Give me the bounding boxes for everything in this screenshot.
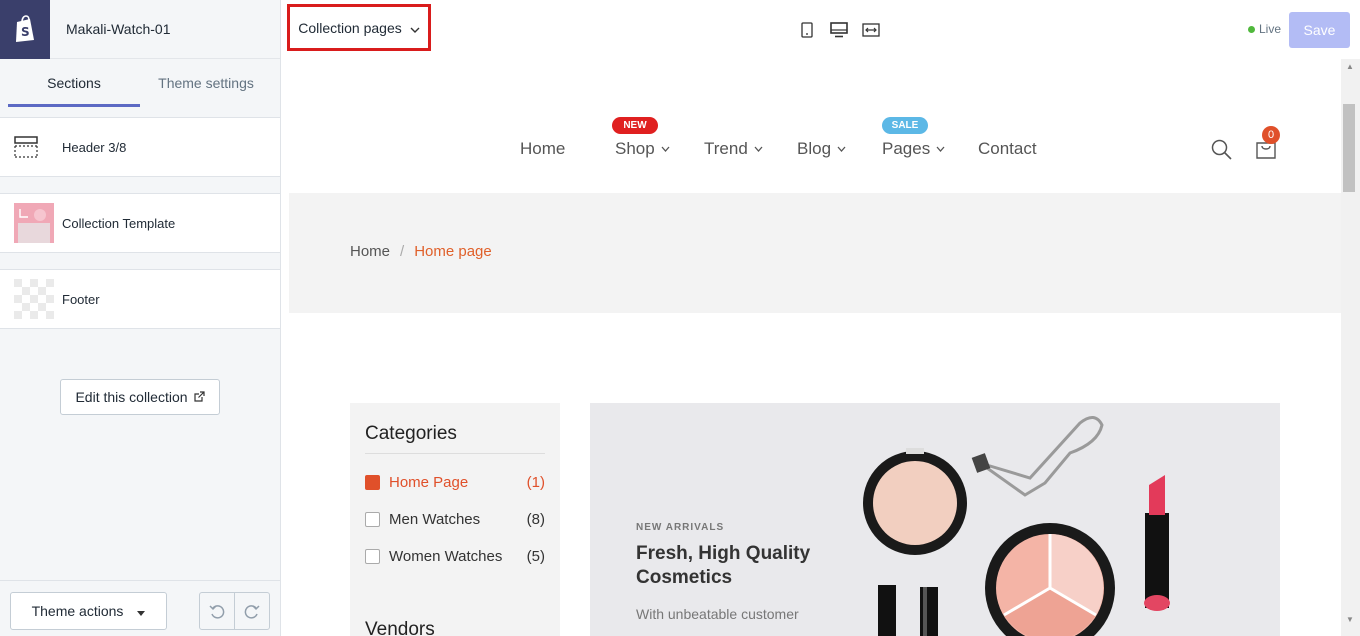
mobile-icon[interactable] [797,21,817,39]
page-type-label: Collection pages [298,19,402,36]
vendors-title: Vendors [365,619,435,636]
banner-eyebrow: NEW ARRIVALS [636,522,725,533]
banner-subtitle: With unbeatable customer [636,606,799,622]
edit-collection-button[interactable]: Edit this collection [60,379,220,415]
editor-sidebar: S Makali-Watch-01 Sections Theme setting… [0,0,281,636]
nav-item-contact[interactable]: Contact [978,139,1037,159]
category-label: Home Page [389,474,469,491]
categories-title: Categories [365,423,545,454]
category-item-home-page[interactable]: Home Page (1) [365,474,545,491]
chevron-down-icon [661,146,670,152]
collection-thumbnail [14,203,56,243]
tab-theme-settings[interactable]: Theme settings [140,59,272,107]
sidebar-footer: Theme actions [0,580,280,636]
section-label: Footer [62,291,100,307]
live-label: Live [1259,22,1282,36]
header-layout-icon [14,127,56,167]
nav-label: Home [520,139,566,158]
nav-label: Contact [978,139,1037,158]
breadcrumb-band: Home / Home page [289,193,1341,313]
caret-down-icon [137,603,146,619]
category-checkbox[interactable] [365,512,380,527]
undo-icon[interactable] [200,593,234,629]
edit-collection-label: Edit this collection [75,389,188,405]
chevron-down-icon [410,20,420,36]
svg-text:S: S [21,25,30,39]
storefront-preview[interactable]: Home NEW Shop Trend Blog SALE Pages Cont… [289,101,1341,636]
category-count: (1) [526,474,545,491]
cart-count-badge: 0 [1262,126,1280,144]
preview-scrollbar-thumb[interactable] [1343,104,1355,192]
nav-item-blog[interactable]: Blog [797,139,846,159]
cosmetics-image [863,416,1170,636]
sidebar-header: S Makali-Watch-01 [0,0,280,59]
breadcrumb-current: Home page [414,243,492,260]
category-count: (5) [526,548,545,565]
chevron-down-icon [936,146,945,152]
category-label: Men Watches [389,511,481,528]
live-status-dot [1248,25,1255,33]
nav-item-trend[interactable]: Trend [704,139,763,159]
nav-label: Blog [797,139,832,158]
nav-item-home[interactable]: Home [520,139,565,159]
nav-label: Trend [704,139,748,158]
live-status: Live [1248,22,1281,36]
category-item-men-watches[interactable]: Men Watches (8) [365,511,545,528]
redo-icon[interactable] [234,593,269,629]
editor-topbar: Collection pages Live Save [281,0,1360,59]
category-item-women-watches[interactable]: Women Watches (5) [365,548,545,565]
breadcrumb-separator: / [400,243,405,260]
category-checkbox[interactable] [365,475,380,490]
category-count: (8) [526,511,545,528]
categories-sidebar: Categories Home Page (1) Men Watches (8)… [350,403,560,636]
footer-thumbnail [14,279,56,319]
section-item-header[interactable]: Header 3/8 [0,117,280,177]
theme-actions-button[interactable]: Theme actions [10,592,167,630]
section-item-collection-template[interactable]: Collection Template [0,193,280,253]
category-label: Women Watches [389,548,503,565]
nav-label: Pages [882,139,931,158]
nav-item-pages[interactable]: Pages [882,139,945,159]
external-link-icon [193,389,205,405]
fullscreen-icon[interactable] [861,21,881,39]
chevron-down-icon [754,146,763,152]
breadcrumb: Home / Home page [350,243,492,260]
banner-title: Fresh, High Quality Cosmetics [636,543,811,588]
category-checkbox[interactable] [365,549,380,564]
breadcrumb-home-link[interactable]: Home [350,243,390,260]
section-label: Header 3/8 [62,139,127,155]
search-icon[interactable] [1211,139,1232,165]
chevron-down-icon [837,146,846,152]
store-name: Makali-Watch-01 [66,21,171,37]
sections-list: Header 3/8 Collection Template Footer [0,117,280,329]
sidebar-tabs: Sections Theme settings [0,59,280,107]
shopify-logo-icon[interactable]: S [0,0,50,59]
section-item-footer[interactable]: Footer [0,269,280,329]
section-label: Collection Template [62,215,176,231]
scroll-down-icon[interactable]: ▼ [1346,615,1354,624]
tab-sections[interactable]: Sections [8,59,140,107]
theme-actions-label: Theme actions [31,603,124,619]
new-badge: NEW [612,117,658,134]
page-type-selector[interactable]: Collection pages [287,4,431,51]
nav-item-shop[interactable]: Shop [615,139,670,159]
scroll-up-icon[interactable]: ▲ [1346,62,1354,71]
storefront-nav: Home NEW Shop Trend Blog SALE Pages Cont… [289,101,1341,193]
collection-banner[interactable]: NEW ARRIVALS Fresh, High Quality Cosmeti… [590,403,1280,636]
save-button[interactable]: Save [1289,12,1350,48]
undo-redo-group [199,592,270,630]
nav-label: Shop [615,139,655,158]
device-preview-toggle [797,21,881,39]
sale-badge: SALE [882,117,928,134]
desktop-icon[interactable] [829,21,849,39]
